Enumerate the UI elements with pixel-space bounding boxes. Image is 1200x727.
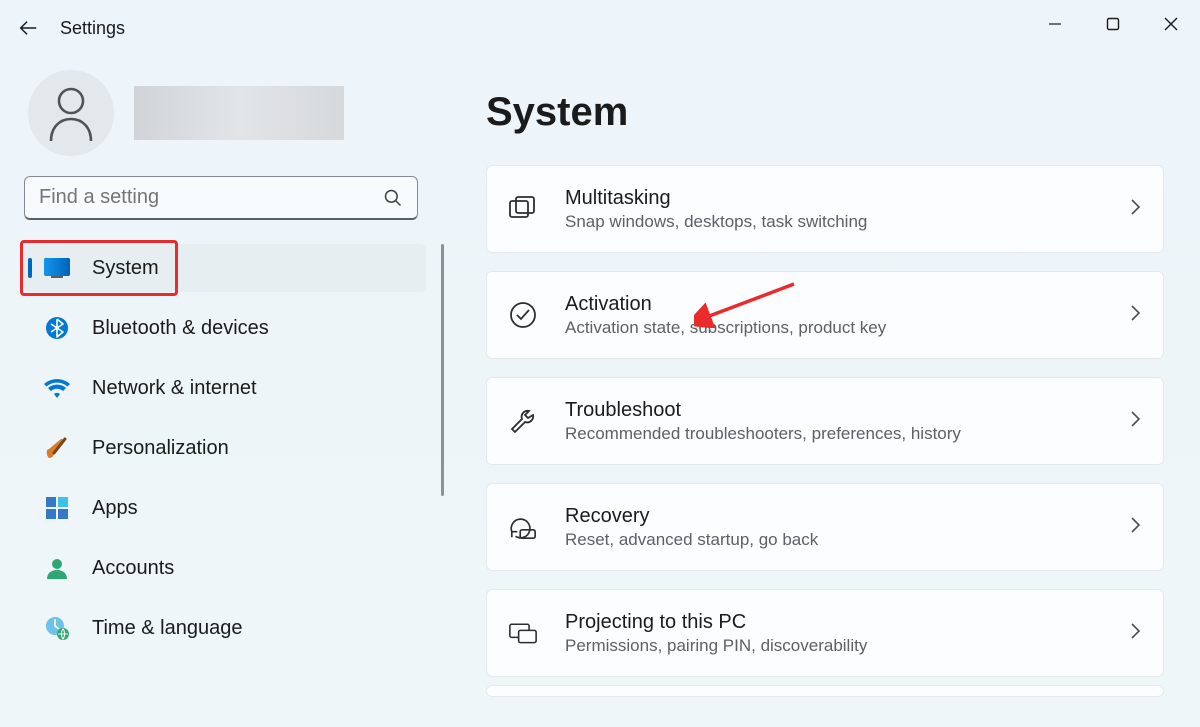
sidebar-item-label: Personalization [92,437,229,460]
apps-icon [44,495,70,521]
app-title: Settings [60,18,125,39]
sidebar-item-personalization[interactable]: Personalization [24,424,426,472]
maximize-icon [1106,17,1120,31]
sidebar-item-system[interactable]: System [24,244,426,292]
back-button[interactable] [0,0,56,56]
titlebar: Settings [0,0,1200,56]
sidebar-item-label: System [92,257,159,280]
card-title: Projecting to this PC [565,611,1101,634]
chevron-right-icon [1129,198,1141,221]
clock-globe-icon [44,615,70,641]
close-icon [1164,17,1178,31]
sidebar-item-label: Accounts [92,557,174,580]
paintbrush-icon [44,435,70,461]
avatar [28,70,114,156]
card-recovery[interactable]: Recovery Reset, advanced startup, go bac… [486,483,1164,571]
person-icon [46,85,96,141]
close-button[interactable] [1142,0,1200,48]
sidebar-item-apps[interactable]: Apps [24,484,426,532]
sidebar-item-label: Apps [92,497,138,520]
accounts-icon [44,555,70,581]
card-text: Troubleshoot Recommended troubleshooters… [565,399,1101,444]
main-content: System Multitasking Snap windows, deskto… [486,90,1164,727]
card-troubleshoot[interactable]: Troubleshoot Recommended troubleshooters… [486,377,1164,465]
card-title: Troubleshoot [565,399,1101,422]
card-activation[interactable]: Activation Activation state, subscriptio… [486,271,1164,359]
chevron-right-icon [1129,304,1141,327]
projecting-icon [509,620,537,646]
sidebar-item-label: Bluetooth & devices [92,317,269,340]
chevron-right-icon [1129,410,1141,433]
search-icon [383,188,403,208]
recovery-icon [509,514,537,540]
card-title: Multitasking [565,187,1101,210]
card-title: Recovery [565,505,1101,528]
card-subtitle: Permissions, pairing PIN, discoverabilit… [565,636,1101,656]
search-input[interactable] [39,186,359,209]
bluetooth-icon [44,315,70,341]
window-controls [1026,0,1200,48]
arrow-left-icon [17,17,39,39]
minimize-button[interactable] [1026,0,1084,48]
chevron-right-icon [1129,622,1141,645]
card-text: Multitasking Snap windows, desktops, tas… [565,187,1101,232]
wrench-icon [509,407,537,435]
sidebar-item-label: Time & language [92,617,242,640]
check-circle-icon [509,301,537,329]
card-text: Recovery Reset, advanced startup, go bac… [565,505,1101,550]
multitasking-icon [509,196,537,222]
card-subtitle: Recommended troubleshooters, preferences… [565,424,1101,444]
display-icon [44,255,70,281]
card-subtitle: Activation state, subscriptions, product… [565,318,1101,338]
maximize-button[interactable] [1084,0,1142,48]
sidebar: System Bluetooth & devices Network & int… [0,70,450,727]
nav-list: System Bluetooth & devices Network & int… [24,244,450,652]
sidebar-item-time-language[interactable]: Time & language [24,604,426,652]
sidebar-item-bluetooth[interactable]: Bluetooth & devices [24,304,426,352]
sidebar-item-accounts[interactable]: Accounts [24,544,426,592]
scrollbar-thumb[interactable] [441,244,444,496]
search-box[interactable] [24,176,418,220]
card-subtitle: Snap windows, desktops, task switching [565,212,1101,232]
profile-block[interactable] [24,70,450,156]
card-text: Activation Activation state, subscriptio… [565,293,1101,338]
profile-name-redacted [134,86,344,140]
wifi-icon [44,375,70,401]
card-title: Activation [565,293,1101,316]
page-title: System [486,90,1164,135]
selection-indicator [28,258,32,278]
card-text: Projecting to this PC Permissions, pairi… [565,611,1101,656]
sidebar-item-label: Network & internet [92,377,257,400]
card-partial-next[interactable] [486,685,1164,697]
sidebar-item-network[interactable]: Network & internet [24,364,426,412]
card-projecting[interactable]: Projecting to this PC Permissions, pairi… [486,589,1164,677]
card-multitasking[interactable]: Multitasking Snap windows, desktops, tas… [486,165,1164,253]
card-subtitle: Reset, advanced startup, go back [565,530,1101,550]
minimize-icon [1048,17,1062,31]
chevron-right-icon [1129,516,1141,539]
